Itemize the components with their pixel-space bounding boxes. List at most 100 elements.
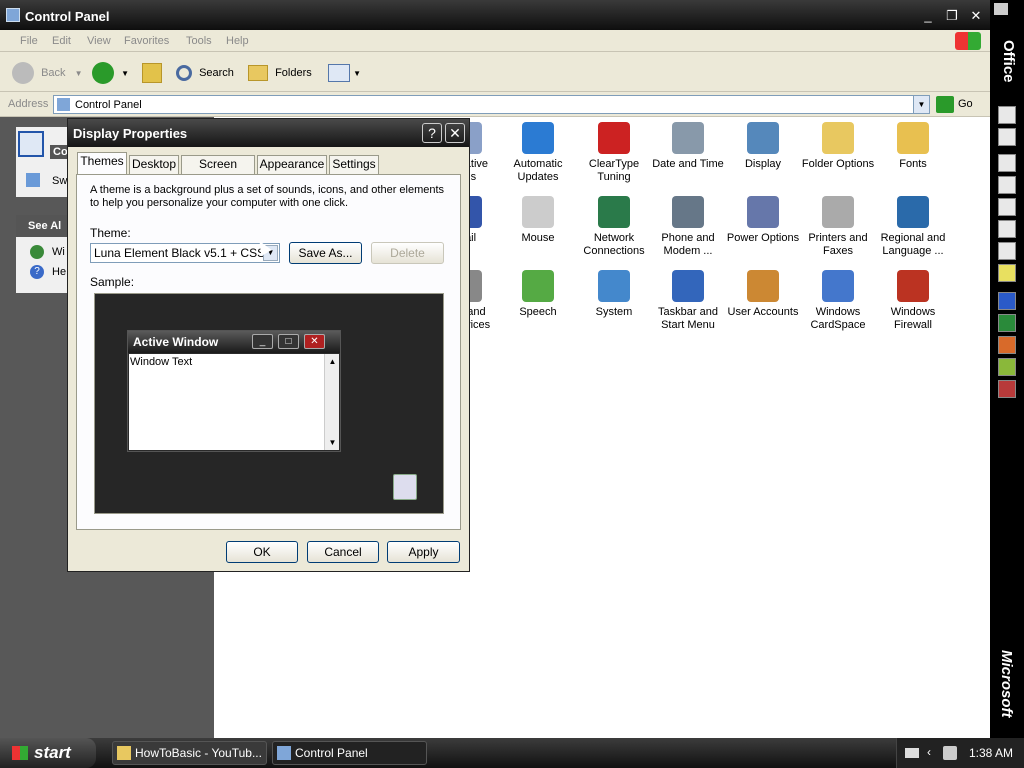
taskbar-item[interactable]: HowToBasic - YouTub... <box>112 741 267 765</box>
taskbar-item[interactable]: Control Panel <box>272 741 427 765</box>
folder-icon <box>248 65 268 82</box>
address-field[interactable]: Control Panel <box>53 95 930 114</box>
control-panel-item[interactable]: Folder Options <box>800 122 876 171</box>
address-dropdown-button[interactable]: ▼ <box>913 95 930 114</box>
menu-file[interactable]: File <box>20 35 38 47</box>
forward-button[interactable]: ▼ <box>92 60 129 86</box>
see-also-link[interactable]: Wi <box>52 246 65 258</box>
phone-modem-icon <box>672 196 704 228</box>
contacts-icon[interactable] <box>998 220 1016 238</box>
control-panel-item[interactable]: System <box>576 270 652 319</box>
control-panel-item[interactable]: Printers and Faxes <box>800 196 876 258</box>
go-arrow-icon[interactable] <box>936 96 954 113</box>
menu-view[interactable]: View <box>87 35 111 47</box>
tab-screen-saver[interactable]: Screen Saver <box>181 155 255 188</box>
switch-view-link[interactable]: Sw <box>52 175 67 187</box>
theme-value: Luna Element Black v5.1 + CSS <box>94 246 266 260</box>
network-connections-icon <box>598 196 630 228</box>
back-button[interactable]: Back ▼ <box>12 60 83 86</box>
office-app-icon[interactable] <box>998 128 1016 146</box>
windows-logo-icon <box>955 32 981 50</box>
tab-desktop[interactable]: Desktop <box>129 155 179 174</box>
control-panel-item[interactable]: ClearType Tuning <box>576 122 652 184</box>
sample-window-title: Active Window <box>133 335 219 349</box>
menu-favorites[interactable]: Favorites <box>124 35 169 47</box>
excel-icon[interactable] <box>998 314 1016 332</box>
control-panel-item[interactable]: Display <box>725 122 801 171</box>
control-panel-item[interactable]: Phone and Modem ... <box>650 196 726 258</box>
search-icon <box>176 65 192 82</box>
office-app-icon[interactable] <box>998 106 1016 124</box>
control-panel-item[interactable]: Windows Firewall <box>875 270 951 332</box>
control-panel-item[interactable]: Automatic Updates <box>500 122 576 184</box>
control-panel-small-icon <box>277 746 291 760</box>
calendar-icon[interactable] <box>998 176 1016 194</box>
ok-button[interactable]: OK <box>226 541 298 563</box>
control-panel-item[interactable]: Date and Time <box>650 122 726 171</box>
tab-themes[interactable]: Themes <box>77 152 127 175</box>
office-bar-menu-icon[interactable] <box>994 3 1008 15</box>
chevron-down-icon: ▼ <box>74 69 83 78</box>
notes-icon[interactable] <box>998 264 1016 282</box>
delete-button[interactable]: Delete <box>371 242 444 264</box>
views-icon <box>328 64 350 83</box>
volume-icon[interactable] <box>943 746 957 760</box>
windows-update-icon <box>30 245 44 259</box>
tab-settings[interactable]: Settings <box>329 155 379 174</box>
office-app-icon[interactable] <box>998 242 1016 260</box>
maximize-button[interactable]: ❐ <box>942 7 962 25</box>
menu-bar: File Edit View Favorites Tools Help <box>0 30 990 52</box>
cancel-button[interactable]: Cancel <box>307 541 379 563</box>
control-panel-item[interactable]: Windows CardSpace <box>800 270 876 332</box>
views-button[interactable]: ▼ <box>328 60 361 86</box>
help-button[interactable]: ? <box>422 123 442 143</box>
theme-dropdown[interactable]: Luna Element Black v5.1 + CSS ▼ <box>90 243 280 263</box>
tasks-icon[interactable] <box>998 198 1016 216</box>
dialog-close-button[interactable]: ✕ <box>445 123 465 143</box>
sample-active-window: Active Window _ □ ✕ Window Text ▲ ▼ <box>127 330 341 452</box>
recycle-bin-icon <box>393 474 417 500</box>
control-panel-item[interactable]: Regional and Language ... <box>875 196 951 258</box>
menu-tools[interactable]: Tools <box>186 35 212 47</box>
apply-button[interactable]: Apply <box>387 541 460 563</box>
see-also-link[interactable]: He <box>52 266 66 278</box>
control-panel-item[interactable]: Speech <box>500 270 576 319</box>
control-panel-item-label: Folder Options <box>801 158 875 170</box>
start-button[interactable]: start <box>0 738 96 768</box>
up-folder-icon[interactable] <box>142 63 162 83</box>
user-accounts-icon <box>747 270 779 302</box>
menu-edit[interactable]: Edit <box>52 35 71 47</box>
fonts-icon <box>897 122 929 154</box>
office-app-icon[interactable] <box>998 358 1016 376</box>
dialog-title-bar[interactable]: Display Properties ? ✕ <box>68 119 469 147</box>
control-panel-item[interactable]: Power Options <box>725 196 801 245</box>
title-bar[interactable]: Control Panel _ ❐ ✕ <box>0 0 990 30</box>
control-panel-item[interactable]: Network Connections <box>576 196 652 258</box>
back-arrow-icon <box>12 62 34 85</box>
powerpoint-icon[interactable] <box>998 336 1016 354</box>
control-panel-item-label: Network Connections <box>583 232 645 257</box>
access-icon[interactable] <box>998 380 1016 398</box>
go-button[interactable]: Go <box>958 98 973 110</box>
word-icon[interactable] <box>998 292 1016 310</box>
folder-options-icon <box>822 122 854 154</box>
folders-label: Folders <box>275 67 312 79</box>
mail-icon[interactable] <box>998 154 1016 172</box>
menu-help[interactable]: Help <box>226 35 249 47</box>
switch-view-icon <box>26 173 40 187</box>
chevron-left-icon[interactable]: ‹ <box>927 745 931 759</box>
folders-button[interactable]: Folders <box>248 60 312 86</box>
control-panel-item[interactable]: Fonts <box>875 122 951 171</box>
minimize-button[interactable]: _ <box>918 7 938 25</box>
back-label: Back <box>41 67 66 79</box>
control-panel-item[interactable]: User Accounts <box>725 270 801 319</box>
control-panel-item[interactable]: Taskbar and Start Menu <box>650 270 726 332</box>
keyboard-icon[interactable] <box>905 748 919 758</box>
tab-appearance[interactable]: Appearance <box>257 155 327 174</box>
close-button[interactable]: ✕ <box>966 7 986 25</box>
themes-panel: A theme is a background plus a set of so… <box>76 174 461 530</box>
control-panel-item[interactable]: Mouse <box>500 196 576 245</box>
save-as-button[interactable]: Save As... <box>289 242 362 264</box>
search-button[interactable]: Search <box>176 60 234 86</box>
taskbar: start HowToBasic - YouTub... Control Pan… <box>0 738 1024 768</box>
